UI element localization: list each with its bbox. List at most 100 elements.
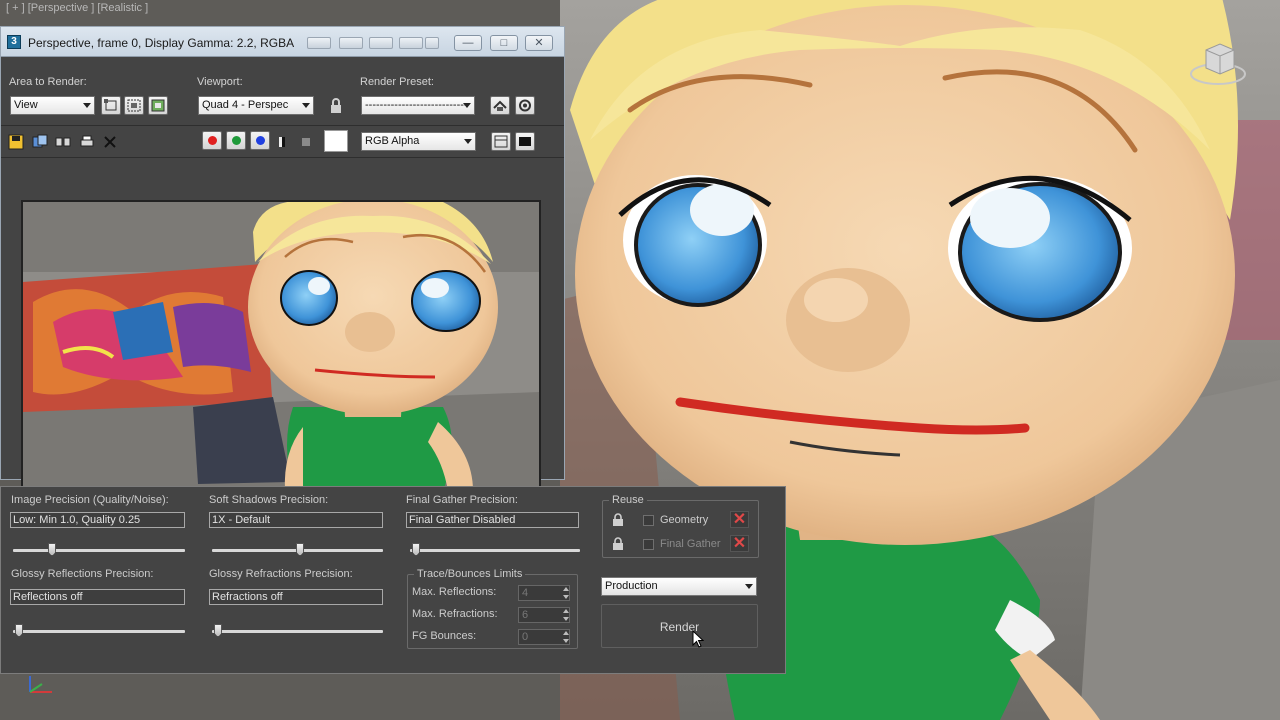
environment-effects-icon[interactable] — [515, 96, 535, 115]
slider-thumb[interactable] — [15, 624, 23, 637]
fg-bounces-label: FG Bounces: — [412, 630, 477, 642]
slider-thumb[interactable] — [412, 543, 420, 556]
titlebar-tool-icon[interactable] — [425, 37, 439, 49]
area-to-render-label: Area to Render: — [9, 76, 87, 88]
glossy-refractions-slider[interactable] — [212, 624, 383, 637]
clear-final-gather-cache-button[interactable]: ✕ — [730, 535, 749, 552]
spinner-down-icon[interactable] — [563, 639, 569, 643]
render-preset-dropdown[interactable]: ---------------------------- — [361, 96, 475, 115]
render-settings-panel: Image Precision (Quality/Noise): Low: Mi… — [0, 486, 786, 674]
blue-channel-button[interactable] — [250, 131, 270, 150]
reuse-title: Reuse — [609, 494, 647, 506]
render-setup-icon[interactable] — [490, 96, 510, 115]
auto-region-select-icon[interactable] — [124, 96, 144, 115]
blue-dot-icon — [256, 136, 265, 145]
chevron-down-icon — [745, 584, 753, 589]
channel-display-dropdown[interactable]: RGB Alpha — [361, 132, 476, 151]
toggle-ui-overlay-icon[interactable] — [491, 132, 511, 151]
slider-thumb[interactable] — [214, 624, 222, 637]
viewport-label[interactable]: [ + ] [Perspective ] [Realistic ] — [6, 2, 148, 14]
titlebar-tool-icon[interactable] — [399, 37, 423, 49]
spinner-down-icon[interactable] — [563, 617, 569, 621]
max-refractions-spinner[interactable] — [562, 607, 572, 623]
slider-thumb[interactable] — [296, 543, 304, 556]
save-image-icon[interactable] — [7, 133, 25, 151]
lock-icon[interactable] — [327, 97, 345, 115]
3dsmax-app-icon: 3 — [7, 35, 21, 49]
axis-tripod-icon — [29, 676, 52, 693]
soft-shadows-label: Soft Shadows Precision: — [209, 494, 329, 506]
geometry-checkbox[interactable] — [643, 515, 654, 526]
chevron-down-icon — [464, 139, 472, 144]
edit-region-icon[interactable] — [101, 96, 121, 115]
geometry-label: Geometry — [660, 514, 709, 526]
render-preset-label: Render Preset: — [360, 76, 434, 88]
soft-shadows-slider[interactable] — [212, 543, 383, 556]
minimize-button[interactable]: — — [454, 35, 482, 51]
render-button[interactable]: Render — [601, 604, 758, 648]
trace-bounces-title: Trace/Bounces Limits — [414, 568, 526, 580]
channel-display-value: RGB Alpha — [365, 135, 420, 147]
image-precision-label: Image Precision (Quality/Noise): — [11, 494, 169, 506]
swatch-color-box[interactable] — [324, 130, 348, 152]
glossy-refractions-label: Glossy Refractions Precision: — [209, 568, 353, 580]
final-gather-checkbox[interactable] — [643, 539, 654, 550]
spinner-up-icon[interactable] — [563, 631, 569, 635]
area-to-render-value: View — [14, 99, 38, 111]
chevron-down-icon — [83, 103, 91, 108]
max-reflections-spinner[interactable] — [562, 585, 572, 601]
frame-window-title: Perspective, frame 0, Display Gamma: 2.2… — [28, 36, 294, 50]
final-gather-slider[interactable] — [410, 543, 580, 556]
viewport-label: Viewport: — [197, 76, 243, 88]
region-render-icon[interactable] — [148, 96, 168, 115]
chevron-down-icon — [463, 103, 471, 108]
spinner-up-icon[interactable] — [563, 587, 569, 591]
copy-image-icon[interactable] — [54, 133, 72, 151]
glossy-reflections-value: Reflections off — [10, 589, 185, 605]
chevron-down-icon — [302, 103, 310, 108]
viewport-value: Quad 4 - Perspec — [202, 99, 289, 111]
image-precision-slider[interactable] — [13, 543, 185, 556]
toggle-ui-icon[interactable] — [515, 132, 535, 151]
image-precision-value: Low: Min 1.0, Quality 0.25 — [10, 512, 185, 528]
fg-bounces-spinner[interactable] — [562, 629, 572, 645]
glossy-reflections-slider[interactable] — [13, 624, 185, 637]
print-image-icon[interactable] — [78, 133, 96, 151]
max-refractions-label: Max. Refractions: — [412, 608, 498, 620]
toolbar-separator — [1, 125, 564, 126]
trace-bounces-group: Trace/Bounces Limits Max. Reflections: 4… — [407, 568, 578, 649]
titlebar-tool-icon[interactable] — [307, 37, 331, 49]
titlebar-tool-icon[interactable] — [369, 37, 393, 49]
final-gather-value: Final Gather Disabled — [406, 512, 579, 528]
clear-geometry-cache-button[interactable]: ✕ — [730, 511, 749, 528]
rendered-frame-window[interactable]: 3 Perspective, frame 0, Display Gamma: 2… — [0, 26, 565, 493]
slider-thumb[interactable] — [48, 543, 56, 556]
spinner-up-icon[interactable] — [563, 609, 569, 613]
final-gather-reuse-label: Final Gather — [660, 538, 721, 550]
area-to-render-dropdown[interactable]: View — [10, 96, 95, 115]
max-reflections-label: Max. Reflections: — [412, 586, 497, 598]
lock-icon[interactable] — [612, 513, 624, 527]
spinner-down-icon[interactable] — [563, 595, 569, 599]
clone-frame-icon[interactable] — [31, 133, 49, 151]
titlebar-tool-icon[interactable] — [339, 37, 363, 49]
final-gather-label: Final Gather Precision: — [406, 494, 518, 506]
display-alpha-icon[interactable] — [273, 133, 291, 151]
maximize-button[interactable]: □ — [490, 35, 518, 51]
green-channel-button[interactable] — [226, 131, 246, 150]
frame-window-body: Area to Render: Viewport: Render Preset:… — [1, 57, 564, 493]
mouse-cursor-icon — [692, 630, 704, 648]
frame-window-titlebar[interactable]: 3 Perspective, frame 0, Display Gamma: 2… — [1, 27, 564, 57]
lock-icon[interactable] — [612, 537, 624, 551]
red-channel-button[interactable] — [202, 131, 222, 150]
viewcube-icon[interactable] — [1188, 36, 1248, 90]
clear-icon[interactable] — [101, 133, 119, 151]
monochrome-icon[interactable] — [297, 133, 315, 151]
render-preset-value: ---------------------------- — [365, 99, 468, 111]
viewport-dropdown[interactable]: Quad 4 - Perspec — [198, 96, 314, 115]
render-mode-dropdown[interactable]: Production — [601, 577, 757, 596]
red-dot-icon — [208, 136, 217, 145]
green-dot-icon — [232, 136, 241, 145]
toolbar-separator — [1, 157, 564, 158]
close-button[interactable]: ✕ — [525, 35, 553, 51]
